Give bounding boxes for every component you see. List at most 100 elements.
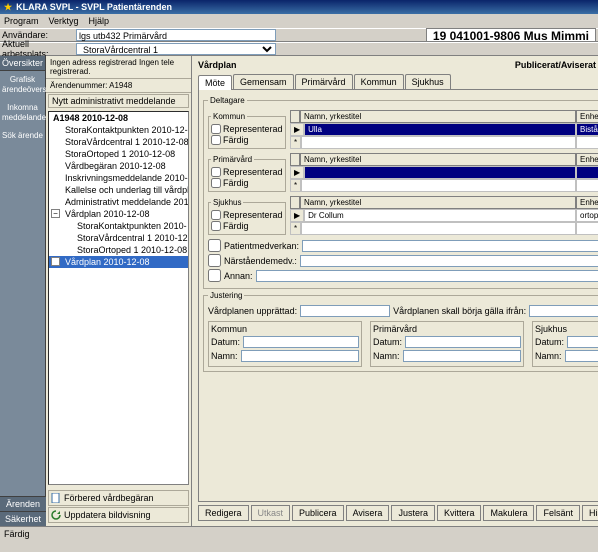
patient-id-box: 19 041001-9806 Mus Mimmi — [426, 28, 596, 42]
case-tree[interactable]: A1948 2010-12-08 StoraKontaktpunkten 201… — [48, 111, 189, 485]
menu-hjalp[interactable]: Hjälp — [89, 16, 110, 26]
sh-rep-checkbox[interactable] — [211, 210, 221, 220]
tab-mote[interactable]: Möte — [198, 75, 232, 90]
mid-panel: Ingen adress registrerad Ingen tele regi… — [46, 56, 192, 526]
narstaende-checkbox[interactable] — [208, 254, 221, 267]
right-panel: Vårdplan Publicerat/Aviserat Möte Gemens… — [192, 56, 598, 526]
kvittera-button[interactable]: Kvittera — [437, 505, 482, 521]
tab-body: Deltagare Kommun Representerad Färdig Na… — [198, 90, 598, 502]
primarvard-group: Primärvård Representerad Färdig — [208, 155, 286, 192]
nav-footer-arenden[interactable]: Ärenden — [0, 496, 46, 511]
vp-galla-input[interactable] — [529, 305, 598, 317]
window-titlebar: ★ KLARA SVPL - SVPL Patientärenden — [0, 0, 598, 14]
sh-fardig-checkbox[interactable] — [211, 221, 221, 231]
address-info: Ingen adress registrerad Ingen tele regi… — [46, 56, 191, 79]
table-row-new[interactable]: * — [290, 179, 598, 192]
redigera-button[interactable]: Redigera — [198, 505, 249, 521]
table-row[interactable]: ▶ — [290, 166, 598, 179]
tab-sjukhus[interactable]: Sjukhus — [405, 74, 451, 89]
tab-kommun[interactable]: Kommun — [354, 74, 404, 89]
just-kommun: Kommun Datum: Namn: — [208, 321, 362, 367]
user-value: lgs utb432 Primärvård — [76, 29, 276, 41]
table-row-new[interactable]: * — [290, 136, 598, 149]
tree-node[interactable]: StoraVårdcentral 1 2010-12-08 — [49, 136, 188, 148]
pv-fardig-checkbox[interactable] — [211, 178, 221, 188]
patientmedverkan-checkbox[interactable] — [208, 239, 221, 252]
main-area: Översikter Grafisk ärendeöversikt Inkomn… — [0, 56, 598, 526]
table-row-new[interactable]: * — [290, 222, 598, 235]
primarvard-row: Primärvård Representerad Färdig Namn, yr… — [208, 153, 598, 194]
menu-program[interactable]: Program — [4, 16, 39, 26]
prepare-care-request-button[interactable]: Förbered vårdbegäran — [48, 490, 189, 506]
left-nav-footer: Ärenden Säkerhet — [0, 496, 46, 526]
table-row[interactable]: ▶Dr Collumortoped — [290, 209, 598, 222]
tab-primarvard[interactable]: Primärvård — [295, 74, 353, 89]
nav-item-search[interactable]: Sök ärende — [0, 127, 45, 145]
historik-button[interactable]: Historik — [582, 505, 598, 521]
pv-namn-input[interactable] — [403, 350, 522, 362]
justering-legend: Justering — [208, 291, 244, 300]
workplace-select[interactable]: StoraVårdcentral 1 — [76, 43, 276, 55]
kommun-namn-input[interactable] — [241, 350, 360, 362]
kommun-group: Kommun Representerad Färdig — [208, 112, 286, 149]
case-number: Ärendenummer: A1948 — [46, 79, 191, 93]
tree-node-expanded[interactable]: −Vårdplan 2010-12-08 — [49, 208, 188, 220]
narstaende-input[interactable] — [300, 255, 598, 267]
update-image-button[interactable]: Uppdatera bildvisning — [48, 507, 189, 523]
tree-node[interactable]: Inskrivningsmeddelande 2010-1 — [49, 172, 188, 184]
just-primarvard: Primärvård Datum: Namn: — [370, 321, 524, 367]
nav-item-overview[interactable]: Grafisk ärendeöversikt — [0, 71, 45, 99]
refresh-icon — [51, 510, 61, 520]
kommun-row: Kommun Representerad Färdig Namn, yrkest… — [208, 110, 598, 151]
table-row[interactable]: ▶UllaBiståndsenheten — [290, 123, 598, 136]
window-title: KLARA SVPL - SVPL Patientärenden — [16, 2, 172, 12]
vp-upprattad-input[interactable] — [300, 305, 390, 317]
panel-title: Vårdplan — [198, 60, 237, 70]
justera-button[interactable]: Justera — [391, 505, 435, 521]
panel-status: Publicerat/Aviserat — [515, 60, 596, 70]
tree-node[interactable]: Kallelse och underlag till vårdpl — [49, 184, 188, 196]
nav-header: Översikter — [0, 56, 45, 71]
app-icon: ★ — [4, 2, 12, 13]
sh-datum-input[interactable] — [567, 336, 598, 348]
justering-group: Justering Vårdplanen upprättad: Vårdplan… — [203, 291, 598, 372]
action-buttons: Redigera Utkast Publicera Avisera Juster… — [194, 502, 598, 524]
pv-rep-checkbox[interactable] — [211, 167, 221, 177]
annan-checkbox[interactable] — [208, 269, 221, 282]
tree-node[interactable]: StoraVårdcentral 1 2010-12 — [49, 232, 188, 244]
pv-datum-input[interactable] — [405, 336, 521, 348]
tab-gemensam[interactable]: Gemensam — [233, 74, 294, 89]
tree-node[interactable]: Administrativt meddelande 2010 — [49, 196, 188, 208]
tree-root[interactable]: A1948 2010-12-08 — [49, 112, 188, 124]
collapse-icon[interactable]: − — [51, 209, 60, 218]
sh-namn-input[interactable] — [565, 350, 598, 362]
felsant-button[interactable]: Felsänt — [536, 505, 580, 521]
mid-bottom-buttons: Förbered vårdbegäran Uppdatera bildvisni… — [46, 487, 191, 526]
nav-item-messages[interactable]: Inkomna meddelanden — [0, 99, 45, 127]
tree-node-selected[interactable]: +Vårdplan 2010-12-08 — [49, 256, 188, 268]
new-admin-msg-button[interactable]: Nytt administrativt meddelande — [48, 94, 189, 108]
menu-verktyg[interactable]: Verktyg — [49, 16, 79, 26]
tab-strip: Möte Gemensam Primärvård Kommun Sjukhus — [198, 74, 598, 90]
tree-node[interactable]: StoraOrtoped 1 2010-12-08 — [49, 148, 188, 160]
nav-footer-sakerhet[interactable]: Säkerhet — [0, 511, 46, 526]
avisera-button[interactable]: Avisera — [346, 505, 390, 521]
publicera-button[interactable]: Publicera — [292, 505, 344, 521]
tree-node[interactable]: StoraKontaktpunkten 2010-12-0 — [49, 124, 188, 136]
makulera-button[interactable]: Makulera — [483, 505, 534, 521]
right-header: Vårdplan Publicerat/Aviserat — [194, 58, 598, 72]
tree-node[interactable]: Vårdbegäran 2010-12-08 — [49, 160, 188, 172]
kommun-rep-checkbox[interactable] — [211, 124, 221, 134]
workplace-row: Aktuell arbetsplats: StoraVårdcentral 1 — [0, 42, 598, 56]
utkast-button[interactable]: Utkast — [251, 505, 291, 521]
tree-node[interactable]: StoraOrtoped 1 2010-12-08 — [49, 244, 188, 256]
tree-node[interactable]: StoraKontaktpunkten 2010- — [49, 220, 188, 232]
expand-icon[interactable]: + — [51, 257, 60, 266]
kommun-datum-input[interactable] — [243, 336, 359, 348]
kommun-fardig-checkbox[interactable] — [211, 135, 221, 145]
patientmedverkan-input[interactable] — [302, 240, 598, 252]
menubar: Program Verktyg Hjälp — [0, 14, 598, 28]
sjukhus-group: Sjukhus Representerad Färdig — [208, 198, 286, 235]
annan-input[interactable] — [256, 270, 598, 282]
document-icon — [51, 493, 61, 503]
